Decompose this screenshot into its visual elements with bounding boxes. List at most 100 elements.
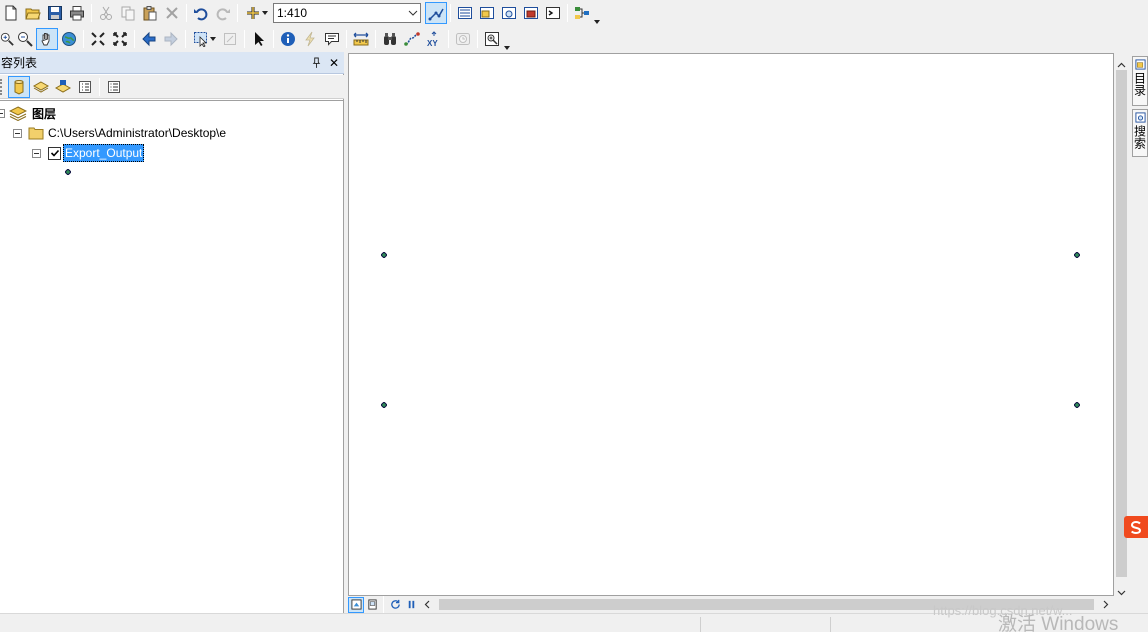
- scroll-left-icon[interactable]: [419, 597, 435, 613]
- toolbar-separator: [273, 30, 274, 48]
- open-folder-icon[interactable]: [22, 2, 44, 24]
- toolbar-separator: [83, 30, 84, 48]
- layout-view-icon[interactable]: [364, 597, 380, 613]
- toolbar-options-icon[interactable]: [593, 2, 600, 24]
- layers-root-row[interactable]: 图层: [0, 103, 56, 123]
- catalog-tab[interactable]: 目录: [1132, 56, 1148, 106]
- save-icon[interactable]: [44, 2, 66, 24]
- goto-xy-icon[interactable]: XY: [423, 28, 445, 50]
- print-icon[interactable]: [66, 2, 88, 24]
- delete-icon[interactable]: [161, 2, 183, 24]
- map-point[interactable]: [1073, 397, 1081, 409]
- toolbar-separator: [448, 30, 449, 48]
- options-icon[interactable]: [103, 76, 125, 98]
- toolbar-separator: [375, 30, 376, 48]
- html-popup-icon[interactable]: [321, 28, 343, 50]
- list-by-selection-icon[interactable]: [74, 76, 96, 98]
- paste-icon[interactable]: [139, 2, 161, 24]
- standard-toolbar: 1:410: [0, 0, 610, 26]
- collapse-icon[interactable]: [13, 128, 22, 138]
- close-icon[interactable]: ✕: [326, 55, 342, 71]
- toolbar-options-icon[interactable]: [503, 28, 510, 50]
- redo-icon[interactable]: [212, 2, 234, 24]
- toolbar-separator: [244, 30, 245, 48]
- map-view[interactable]: [348, 53, 1114, 596]
- model-builder-icon[interactable]: [571, 2, 593, 24]
- cut-icon[interactable]: [95, 2, 117, 24]
- folder-icon: [28, 126, 44, 140]
- search-tab-label: 搜索: [1132, 125, 1147, 149]
- zoom-out-icon[interactable]: [14, 28, 36, 50]
- layer-visibility-checkbox[interactable]: [48, 146, 61, 160]
- add-data-icon[interactable]: [241, 2, 271, 24]
- table-of-contents-panel: 容列表 ✕ 图层 C:\Users\Administrator\Desktop\…: [0, 52, 344, 614]
- collapse-icon[interactable]: [32, 148, 41, 158]
- select-elements-icon[interactable]: [248, 28, 270, 50]
- editor-toolbar-icon[interactable]: [425, 2, 447, 24]
- find-icon[interactable]: [379, 28, 401, 50]
- zoom-in-icon[interactable]: [0, 28, 14, 50]
- map-point[interactable]: [380, 247, 388, 259]
- toc-title: 容列表: [1, 56, 38, 70]
- identify-icon[interactable]: [277, 28, 299, 50]
- time-slider-icon[interactable]: [452, 28, 474, 50]
- search-window-icon[interactable]: [498, 2, 520, 24]
- measure-icon[interactable]: [350, 28, 372, 50]
- layer-row[interactable]: Export_Output: [32, 143, 145, 163]
- toolbar-grip: [0, 78, 4, 95]
- hyperlink-icon[interactable]: [299, 28, 321, 50]
- vertical-scrollbar[interactable]: [1114, 53, 1129, 596]
- toolbar-separator: [237, 4, 238, 22]
- list-by-drawing-order-icon[interactable]: [8, 75, 30, 98]
- toolbar-separator: [99, 77, 100, 96]
- pin-icon[interactable]: [308, 55, 324, 71]
- map-point[interactable]: [380, 397, 388, 409]
- sogou-ime-icon[interactable]: [1124, 516, 1148, 538]
- forward-extent-icon[interactable]: [160, 28, 182, 50]
- add-data-dropdown-icon[interactable]: [261, 11, 268, 15]
- clear-selection-icon[interactable]: [219, 28, 241, 50]
- scale-value: 1:410: [277, 6, 308, 20]
- copy-icon[interactable]: [117, 2, 139, 24]
- find-route-icon[interactable]: [401, 28, 423, 50]
- layers-root-label: 图层: [32, 106, 57, 121]
- back-extent-icon[interactable]: [138, 28, 160, 50]
- new-document-icon[interactable]: [0, 2, 22, 24]
- layer-tree: 图层 C:\Users\Administrator\Desktop\e Expo…: [0, 100, 343, 614]
- chevron-down-icon[interactable]: [406, 4, 420, 22]
- full-extent-icon[interactable]: [58, 28, 80, 50]
- toolbar-separator: [567, 4, 568, 22]
- activate-windows-watermark: 激活 Windows: [998, 614, 1119, 632]
- search-tab[interactable]: 搜索: [1132, 109, 1148, 157]
- fixed-zoom-out-icon[interactable]: [109, 28, 131, 50]
- scroll-up-icon[interactable]: [1117, 57, 1126, 71]
- table-of-contents-icon[interactable]: [454, 2, 476, 24]
- catalog-window-icon[interactable]: [476, 2, 498, 24]
- fixed-zoom-in-icon[interactable]: [87, 28, 109, 50]
- toc-toolbar: [0, 75, 344, 99]
- list-by-source-icon[interactable]: [30, 76, 52, 98]
- data-view-icon[interactable]: [348, 596, 364, 613]
- scroll-down-icon[interactable]: [1117, 585, 1126, 599]
- toolbar-separator: [134, 30, 135, 48]
- arctoolbox-icon[interactable]: [520, 2, 542, 24]
- map-point[interactable]: [1073, 247, 1081, 259]
- scale-dropdown[interactable]: 1:410: [273, 3, 421, 23]
- catalog-icon: [1134, 59, 1146, 70]
- tools-toolbar: XY: [0, 26, 520, 52]
- refresh-icon[interactable]: [387, 597, 403, 613]
- collapse-icon[interactable]: [0, 108, 5, 118]
- pause-drawing-icon[interactable]: [403, 597, 419, 613]
- create-viewer-icon[interactable]: [481, 28, 503, 50]
- folder-row[interactable]: C:\Users\Administrator\Desktop\e: [13, 123, 226, 143]
- python-window-icon[interactable]: [542, 2, 564, 24]
- pan-icon[interactable]: [36, 28, 58, 50]
- layer-name-label[interactable]: Export_Output: [63, 144, 145, 162]
- vertical-scroll-thumb[interactable]: [1116, 70, 1127, 577]
- list-by-visibility-icon[interactable]: [52, 76, 74, 98]
- undo-icon[interactable]: [190, 2, 212, 24]
- arcmap-window: 1:410 XY 容列表 ✕ 图层 C:\Users\Administrator…: [0, 0, 1148, 632]
- legend-symbol-row[interactable]: [65, 162, 72, 182]
- toolbar-separator: [477, 30, 478, 48]
- select-features-icon[interactable]: [189, 28, 219, 50]
